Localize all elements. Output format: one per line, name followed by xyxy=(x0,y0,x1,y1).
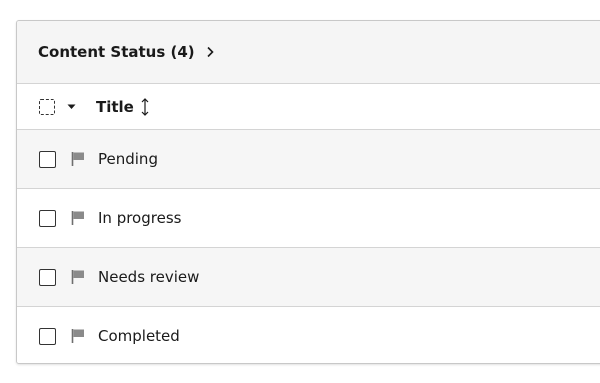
table-row[interactable]: Needs review xyxy=(17,248,600,307)
flag-icon xyxy=(71,269,85,285)
table-header: Title xyxy=(17,84,600,130)
row-title[interactable]: Pending xyxy=(98,150,158,168)
row-title[interactable]: In progress xyxy=(98,209,181,227)
sort-vertical-icon[interactable] xyxy=(140,97,150,117)
row-checkbox[interactable] xyxy=(39,268,56,286)
panel-header[interactable]: Content Status (4) xyxy=(17,21,600,84)
flag-icon xyxy=(71,210,85,226)
table-row[interactable]: Pending xyxy=(17,130,600,189)
flag-icon xyxy=(71,151,85,167)
chevron-right-icon[interactable] xyxy=(205,46,215,58)
row-checkbox[interactable] xyxy=(39,209,56,227)
row-checkbox[interactable] xyxy=(39,327,56,345)
content-status-panel: Content Status (4) Title Pending In prog… xyxy=(16,20,600,364)
select-all-checkbox[interactable] xyxy=(39,98,55,115)
row-checkbox[interactable] xyxy=(39,150,56,168)
table-row[interactable]: Completed xyxy=(17,307,600,363)
row-title[interactable]: Needs review xyxy=(98,268,199,286)
title-column-header[interactable]: Title xyxy=(96,98,134,116)
table-row[interactable]: In progress xyxy=(17,189,600,248)
panel-title[interactable]: Content Status (4) xyxy=(38,43,195,61)
row-title[interactable]: Completed xyxy=(98,327,180,345)
caret-down-icon[interactable] xyxy=(67,104,76,110)
flag-icon xyxy=(71,328,85,344)
